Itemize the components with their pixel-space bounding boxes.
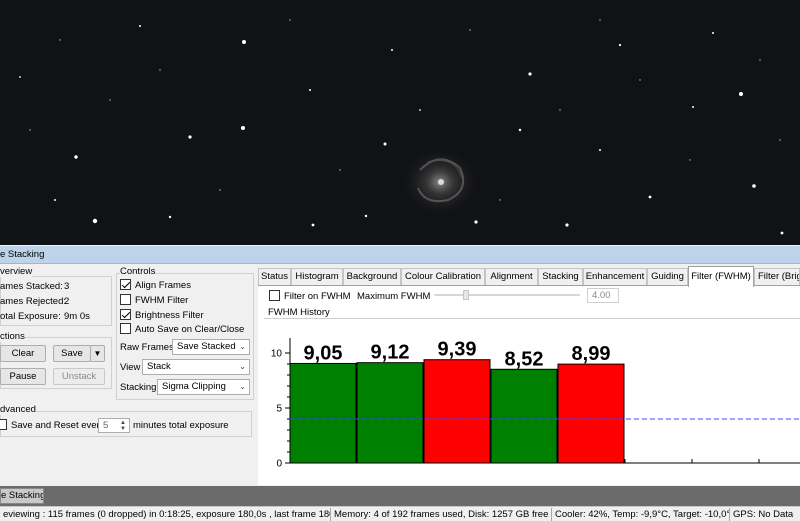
raw-frames-select[interactable]: Save Stacked ⌄ xyxy=(172,339,250,355)
y-tick-label: 10 xyxy=(271,349,283,360)
view-select[interactable]: Stack ⌄ xyxy=(142,359,250,375)
align-frames-label: Align Frames xyxy=(135,280,191,291)
frames-rejected-label: ames Rejected: xyxy=(0,296,67,307)
save-dropdown-button[interactable]: ▼ xyxy=(90,345,105,362)
status-gps: GPS: No Data xyxy=(733,509,794,520)
align-frames-box[interactable] xyxy=(120,279,131,290)
stars xyxy=(19,25,784,235)
minutes-suffix: minutes total exposure xyxy=(133,420,229,431)
frames-stacked-value: 3 xyxy=(64,281,70,292)
tab-stacking[interactable]: Stacking xyxy=(538,268,583,286)
bar xyxy=(490,368,558,464)
tab-histogram[interactable]: Histogram xyxy=(291,268,343,286)
tab-guiding[interactable]: Guiding xyxy=(647,268,688,286)
total-exposure-value: 9m 0s xyxy=(64,311,90,322)
y-tick-label: 5 xyxy=(276,404,282,415)
caret-down-icon: ▼ xyxy=(93,349,102,358)
filter-on-fwhm-checkbox[interactable]: Filter on FWHM xyxy=(269,290,351,303)
status-bar: eviewing : 115 frames (0 dropped) in 0:1… xyxy=(0,506,800,521)
taskbar-live-stacking-button[interactable]: e Stacking xyxy=(0,488,44,504)
auto-save-checkbox[interactable]: Auto Save on Clear/Close xyxy=(120,323,244,336)
view-value: Stack xyxy=(147,361,171,372)
tab-enhancement[interactable]: Enhancement xyxy=(583,268,647,286)
fwhm-history-label: FWHM History xyxy=(268,307,330,318)
overview-label: verview xyxy=(0,266,33,277)
save-reset-box[interactable] xyxy=(0,419,7,430)
advanced-label: dvanced xyxy=(0,404,36,415)
brightness-filter-label: Brightness Filter xyxy=(135,310,204,321)
star-field-svg xyxy=(19,19,784,235)
align-frames-checkbox[interactable]: Align Frames xyxy=(120,279,191,292)
bar xyxy=(356,362,424,464)
y-tick-label: 0 xyxy=(276,459,282,470)
bar-value-label: 9,39 xyxy=(438,339,477,361)
bar xyxy=(557,363,625,464)
status-previewing: eviewing : 115 frames (0 dropped) in 0:1… xyxy=(0,508,331,521)
max-fwhm-slider-thumb[interactable] xyxy=(463,290,469,300)
fwhm-history-chart: 10 5 0 9,05 9,12 9,39 8,52 8,99 xyxy=(271,338,800,470)
stacking-label: Stacking xyxy=(120,382,157,393)
tab-status[interactable]: Status xyxy=(258,268,291,286)
status-cooler: Cooler: 42%, Temp: -9,9°C, Target: -10,0… xyxy=(552,508,730,521)
minutes-value: 5 xyxy=(103,420,109,431)
bar-value-label: 8,99 xyxy=(572,343,611,365)
auto-save-label: Auto Save on Clear/Close xyxy=(135,324,245,335)
brightness-filter-checkbox[interactable]: Brightness Filter xyxy=(120,309,204,322)
history-divider xyxy=(264,318,800,319)
stacking-value: Sigma Clipping xyxy=(162,381,226,392)
chart-bars xyxy=(289,359,625,464)
bar-value-label: 9,12 xyxy=(371,342,410,364)
pause-button[interactable]: Pause xyxy=(0,368,46,385)
fwhm-filter-box[interactable] xyxy=(120,294,131,305)
live-stack-image xyxy=(0,0,800,245)
taskbar: e Stacking xyxy=(0,486,800,506)
max-fwhm-slider-track[interactable] xyxy=(434,294,580,296)
auto-save-box[interactable] xyxy=(120,323,131,334)
bar-value-label: 9,05 xyxy=(304,342,343,364)
bar xyxy=(289,362,357,464)
frames-stacked-label: ames Stacked: xyxy=(0,281,63,292)
filter-on-fwhm-label: Filter on FWHM xyxy=(284,291,351,302)
max-fwhm-input[interactable]: 4.00 xyxy=(587,288,619,303)
frames-rejected-value: 2 xyxy=(64,296,70,307)
stacking-select[interactable]: Sigma Clipping ⌄ xyxy=(157,379,250,395)
tab-filter-brightness[interactable]: Filter (Brig xyxy=(754,268,800,286)
save-button[interactable]: Save xyxy=(53,345,91,362)
minutes-spinbox[interactable]: 5 ▲ ▼ xyxy=(98,418,130,433)
max-fwhm-label: Maximum FWHM xyxy=(357,291,431,302)
chevron-down-icon: ⌄ xyxy=(239,382,246,391)
brightness-filter-box[interactable] xyxy=(120,309,131,320)
total-exposure-label: otal Exposure: xyxy=(0,311,61,322)
chevron-down-icon: ⌄ xyxy=(239,362,246,371)
clear-button[interactable]: Clear xyxy=(0,345,46,362)
max-fwhm-value: 4.00 xyxy=(592,290,611,301)
save-reset-label: Save and Reset every xyxy=(11,420,105,431)
filter-on-fwhm-box[interactable] xyxy=(269,290,280,301)
tab-filter-fwhm[interactable]: Filter (FWHM) xyxy=(688,266,754,287)
tab-background[interactable]: Background xyxy=(343,268,401,286)
controls-label: Controls xyxy=(120,266,156,277)
fwhm-filter-label: FWHM Filter xyxy=(135,295,189,306)
panel-title: e Stacking xyxy=(0,246,800,264)
spin-arrows-icon[interactable]: ▲ ▼ xyxy=(120,420,126,432)
tab-alignment[interactable]: Alignment xyxy=(485,268,538,286)
raw-frames-label: Raw Frames xyxy=(120,342,174,353)
save-reset-checkbox[interactable]: Save and Reset every xyxy=(0,419,104,432)
tab-colour-calibration[interactable]: Colour Calibration xyxy=(401,268,485,286)
chevron-down-icon: ⌄ xyxy=(239,342,246,351)
unstack-button[interactable]: Unstack xyxy=(53,368,105,385)
actions-label: ctions xyxy=(0,331,25,342)
status-memory: Memory: 4 of 192 frames used, Disk: 1257… xyxy=(331,508,552,521)
fwhm-filter-checkbox[interactable]: FWHM Filter xyxy=(120,294,188,307)
view-label: View xyxy=(120,362,141,373)
bar xyxy=(423,359,491,464)
raw-frames-value: Save Stacked xyxy=(177,341,236,352)
bar-value-label: 8,52 xyxy=(505,348,544,370)
